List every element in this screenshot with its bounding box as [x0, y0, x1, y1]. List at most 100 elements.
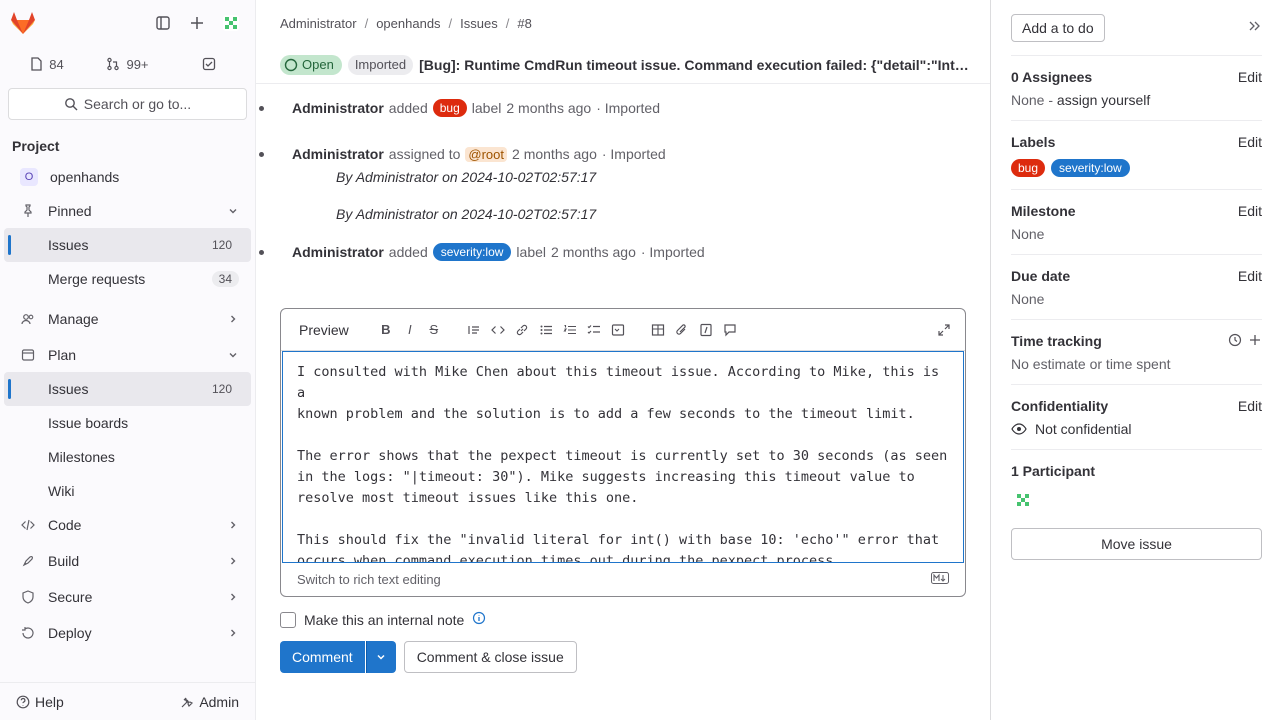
issue-sticky-header: Open Imported [Bug]: Runtime CmdRun time…: [256, 46, 990, 84]
add-time-icon[interactable]: [1248, 333, 1262, 350]
breadcrumb-item[interactable]: Administrator: [280, 16, 357, 31]
assignee-link[interactable]: @root: [465, 146, 508, 162]
preview-button[interactable]: Preview: [289, 317, 359, 343]
nav-merge-requests[interactable]: Merge requests 34: [4, 262, 251, 296]
switch-rich-text-button[interactable]: Switch to rich text editing: [297, 572, 441, 587]
toggle-sidebar-button[interactable]: [147, 7, 179, 39]
todos-button[interactable]: [170, 49, 247, 79]
time-tracking-block: Time tracking No estimate or time spent: [1011, 320, 1262, 385]
paperclip-icon[interactable]: [671, 317, 693, 343]
comment-button[interactable]: Comment: [280, 641, 365, 673]
nav-plan[interactable]: Plan: [4, 338, 251, 372]
rocket-icon: [20, 553, 36, 569]
nav-milestones[interactable]: Milestones: [4, 440, 251, 474]
timeline-time[interactable]: 2 months ago: [506, 100, 591, 116]
timeline-item: Administrator added severity:low label 2…: [259, 240, 990, 264]
bullet-list-icon[interactable]: [535, 317, 557, 343]
due-date-title: Due date: [1011, 268, 1071, 284]
milestone-title: Milestone: [1011, 203, 1076, 219]
markdown-icon[interactable]: [931, 571, 949, 587]
user-avatar-button[interactable]: [215, 7, 247, 39]
breadcrumb: Administrator / openhands / Issues / #8: [256, 0, 990, 46]
quote-icon[interactable]: [463, 317, 485, 343]
info-icon[interactable]: [472, 611, 486, 628]
search-icon: [64, 98, 78, 111]
sidebar-label-bug[interactable]: bug: [1011, 159, 1046, 177]
internal-note-checkbox[interactable]: [280, 611, 296, 628]
confidentiality-edit-button[interactable]: Edit: [1238, 398, 1262, 414]
issue-title: [Bug]: Runtime CmdRun timeout issue. Com…: [419, 56, 969, 73]
comment-close-button[interactable]: Comment & close issue: [403, 641, 577, 673]
code-icon[interactable]: [487, 317, 509, 343]
comment-template-icon[interactable]: [719, 317, 741, 343]
create-new-button[interactable]: [181, 7, 213, 39]
chevron-down-icon: [377, 654, 385, 660]
nav-merge-requests-count: 34: [211, 271, 239, 287]
table-icon[interactable]: [647, 317, 669, 343]
fullscreen-button[interactable]: [931, 317, 957, 343]
timeline-author[interactable]: Administrator: [292, 100, 384, 116]
participants-block: 1 Participant Move issue: [1011, 450, 1262, 572]
assign-yourself-link[interactable]: assign yourself: [1057, 92, 1150, 108]
nav-issue-boards[interactable]: Issue boards: [4, 406, 251, 440]
add-todo-button[interactable]: Add a to do: [1011, 13, 1105, 42]
nav-issues[interactable]: Issues 120: [4, 372, 251, 406]
assignees-value: None -: [1011, 92, 1057, 108]
help-button[interactable]: Help: [8, 688, 72, 716]
clock-icon[interactable]: [1228, 333, 1242, 350]
gitlab-logo[interactable]: [8, 8, 38, 38]
editor-toolbar: Preview B I S: [281, 309, 965, 351]
timeline-time[interactable]: 2 months ago: [512, 146, 597, 162]
comment-type-dropdown[interactable]: [365, 641, 396, 673]
timeline-time[interactable]: 2 months ago: [551, 244, 636, 260]
breadcrumb-item[interactable]: openhands: [376, 16, 440, 31]
nav-pinned[interactable]: Pinned: [4, 194, 251, 228]
label-severity[interactable]: severity:low: [432, 243, 512, 261]
participant-avatar[interactable]: [1011, 488, 1035, 512]
numbered-list-icon[interactable]: [559, 317, 581, 343]
nav-plan-label: Plan: [48, 347, 77, 363]
timeline-author[interactable]: Administrator: [292, 146, 384, 162]
nav-deploy[interactable]: Deploy: [4, 616, 251, 650]
nav-secure[interactable]: Secure: [4, 580, 251, 614]
nav-manage[interactable]: Manage: [4, 302, 251, 336]
collapsible-icon[interactable]: [607, 317, 629, 343]
strikethrough-icon[interactable]: S: [423, 317, 445, 343]
breadcrumb-separator: /: [448, 15, 453, 31]
nav-wiki[interactable]: Wiki: [4, 474, 251, 508]
link-icon[interactable]: [511, 317, 533, 343]
bold-icon[interactable]: B: [375, 317, 397, 343]
user-avatar-icon: [223, 15, 239, 31]
timeline-action: added: [388, 244, 428, 260]
nav-pinned-issues[interactable]: Issues 120: [4, 228, 251, 262]
timeline-author[interactable]: Administrator: [292, 244, 384, 260]
task-list-icon[interactable]: [583, 317, 605, 343]
move-issue-button[interactable]: Move issue: [1011, 528, 1262, 560]
project-link[interactable]: O openhands: [4, 160, 251, 194]
labels-edit-button[interactable]: Edit: [1238, 134, 1262, 150]
due-date-edit-button[interactable]: Edit: [1238, 268, 1262, 284]
admin-button[interactable]: Admin: [172, 688, 247, 716]
comment-textarea[interactable]: I consulted with Mike Chen about this ti…: [282, 351, 964, 563]
assignees-block: 0 Assignees Edit None - assign yourself: [1011, 56, 1262, 121]
issues-icon: [31, 57, 42, 71]
labels-block: Labels Edit bug severity:low: [1011, 121, 1262, 190]
assigned-issues-button[interactable]: 84: [8, 49, 85, 79]
project-avatar: O: [20, 168, 38, 186]
assignees-edit-button[interactable]: Edit: [1238, 69, 1262, 85]
breadcrumb-item[interactable]: Issues: [460, 16, 498, 31]
search-button[interactable]: Search or go to...: [8, 88, 247, 120]
sidebar-label-severity[interactable]: severity:low: [1051, 159, 1130, 177]
project-name: openhands: [50, 169, 120, 185]
quick-action-icon[interactable]: [695, 317, 717, 343]
collapse-sidebar-icon[interactable]: [1246, 18, 1262, 37]
nav-code[interactable]: Code: [4, 508, 251, 542]
label-bug[interactable]: bug: [432, 99, 467, 117]
merge-requests-button[interactable]: 99+: [89, 49, 166, 79]
nav-build[interactable]: Build: [4, 544, 251, 578]
milestone-edit-button[interactable]: Edit: [1238, 203, 1262, 219]
internal-note-label[interactable]: Make this an internal note: [304, 612, 464, 628]
italic-icon[interactable]: I: [399, 317, 421, 343]
breadcrumb-item[interactable]: #8: [517, 16, 531, 31]
merge-requests-count: 99+: [126, 56, 149, 72]
